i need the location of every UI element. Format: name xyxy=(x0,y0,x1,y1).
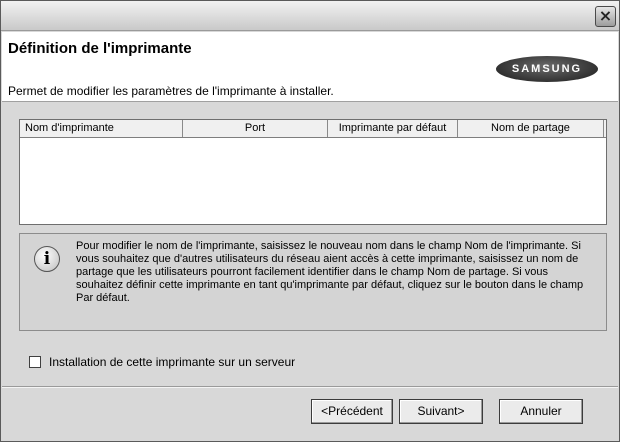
column-share-name[interactable]: Nom de partage xyxy=(458,120,604,137)
next-button[interactable]: Suivant> xyxy=(399,399,483,424)
info-icon: i xyxy=(34,246,60,272)
server-install-checkbox[interactable] xyxy=(29,356,41,368)
column-default-printer[interactable]: Imprimante par défaut xyxy=(328,120,458,137)
title-bar: × xyxy=(1,1,619,31)
server-install-option[interactable]: Installation de cette imprimante sur un … xyxy=(29,355,295,369)
header-panel: Définition de l'imprimante Permet de mod… xyxy=(2,32,618,102)
samsung-logo: SAMSUNG xyxy=(496,56,598,82)
page-subtitle: Permet de modifier les paramètres de l'i… xyxy=(8,84,334,98)
page-title: Définition de l'imprimante xyxy=(8,40,192,57)
table-header: Nom d'imprimante Port Imprimante par déf… xyxy=(20,120,606,138)
installer-dialog: × Définition de l'imprimante Permet de m… xyxy=(0,0,620,442)
footer-divider xyxy=(2,386,618,388)
previous-button[interactable]: <Précédent xyxy=(311,399,393,424)
info-panel: i Pour modifier le nom de l'imprimante, … xyxy=(19,233,607,331)
column-port[interactable]: Port xyxy=(183,120,328,137)
cancel-button[interactable]: Annuler xyxy=(499,399,583,424)
column-printer-name[interactable]: Nom d'imprimante xyxy=(20,120,183,137)
close-icon: × xyxy=(598,6,613,25)
info-text: Pour modifier le nom de l'imprimante, sa… xyxy=(76,240,584,304)
server-install-label[interactable]: Installation de cette imprimante sur un … xyxy=(49,355,295,369)
close-button[interactable]: × xyxy=(595,6,616,27)
printer-table[interactable]: Nom d'imprimante Port Imprimante par déf… xyxy=(19,119,607,225)
